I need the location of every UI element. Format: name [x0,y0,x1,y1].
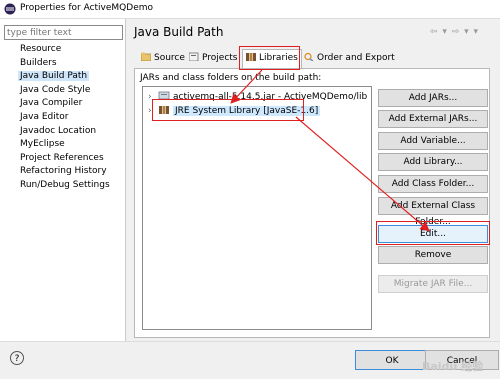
filter-input[interactable] [4,25,123,40]
add-external-class-folder-button[interactable]: Add External Class Folder... [378,197,488,227]
source-folder-icon [140,51,152,62]
list-item-jre-system-library[interactable]: › JRE System Library [JavaSE-1.6] [148,104,321,118]
add-library-button[interactable]: Add Library... [378,153,488,171]
tab-source[interactable]: Source [138,50,188,67]
tab-order-and-export[interactable]: Order and Export [301,50,398,67]
tab-libraries[interactable]: Libraries [242,49,302,69]
tab-order-and-export-label: Order and Export [317,53,395,63]
tab-libraries-label: Libraries [259,53,298,63]
history-nav-arrows[interactable]: ⇦ ▾ ⇨ ▾ ▾ [430,27,479,37]
list-item-label: JRE System Library [JavaSE-1.6] [173,106,321,116]
expand-chevron-icon[interactable]: › [148,90,158,104]
edit-button[interactable]: Edit... [378,225,488,243]
jar-icon [158,91,170,100]
tab-bar: Source Projects Libraries Order and Expo… [134,49,490,69]
add-class-folder-button[interactable]: Add Class Folder... [378,175,488,193]
tree-item-refactoring-history[interactable]: Refactoring History [20,166,107,176]
jre-library-icon [158,105,170,114]
build-path-list-label: JARs and class folders on the build path… [140,73,322,83]
page-title: Java Build Path [134,25,224,39]
tree-item-run-debug-settings[interactable]: Run/Debug Settings [20,180,110,190]
tree-item-project-references[interactable]: Project References [20,153,104,163]
add-jars-button[interactable]: Add JARs... [378,89,488,107]
order-export-icon [304,51,314,62]
migrate-jar-button[interactable]: Migrate JAR File... [378,275,488,293]
tree-item-javadoc-location[interactable]: Javadoc Location [20,126,96,136]
list-item-label: activemq-all-5.14.5.jar - ActiveMQDemo/l… [173,92,368,102]
remove-button[interactable]: Remove [378,246,488,264]
expand-chevron-icon[interactable]: › [148,104,158,118]
tree-item-resource[interactable]: Resource [20,44,61,54]
tree-item-java-code-style[interactable]: Java Code Style [20,85,90,95]
add-variable-button[interactable]: Add Variable... [378,132,488,150]
libraries-list[interactable]: › activemq-all-5.14.5.jar - ActiveMQDemo/… [142,86,372,330]
tree-item-java-editor[interactable]: Java Editor [20,112,69,122]
tab-projects-label: Projects [202,53,238,63]
tree-item-java-build-path[interactable]: Java Build Path [18,71,90,81]
list-item-activemq-jar[interactable]: › activemq-all-5.14.5.jar - ActiveMQDemo/… [148,90,367,104]
tab-projects[interactable]: Projects [186,50,240,67]
libraries-icon [246,51,256,61]
tree-item-java-compiler[interactable]: Java Compiler [20,98,82,108]
window-title: Properties for ActiveMQDemo [20,3,154,13]
ok-button[interactable]: OK [355,350,429,370]
tree-item-builders[interactable]: Builders [20,58,57,68]
eclipse-app-icon [4,3,16,15]
projects-icon [188,51,199,62]
help-icon[interactable]: ? [10,351,24,365]
tree-item-myeclipse[interactable]: MyEclipse [20,139,65,149]
baidu-watermark: Baidu 经验 [422,360,484,373]
add-external-jars-button[interactable]: Add External JARs... [378,110,488,128]
tab-source-label: Source [154,53,185,63]
